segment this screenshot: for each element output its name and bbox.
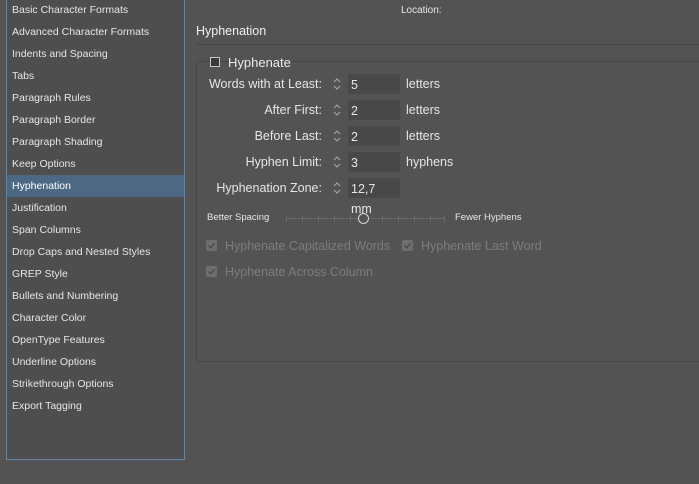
sidebar-item-indents-and-spacing[interactable]: Indents and Spacing — [7, 43, 184, 65]
before-last-unit: letters — [406, 129, 441, 143]
after-first-unit: letters — [406, 103, 441, 117]
sidebar-item-drop-caps[interactable]: Drop Caps and Nested Styles — [7, 241, 184, 263]
up-down-chevron-icon — [333, 182, 341, 194]
after-first-label: After First: — [264, 103, 322, 117]
up-down-chevron-icon — [333, 130, 341, 142]
hyphen-limit-stepper[interactable] — [330, 152, 344, 172]
checkmark-icon — [206, 266, 217, 277]
hyphenate-across-column-label: Hyphenate Across Column — [225, 264, 373, 279]
hyphenate-last-word-label: Hyphenate Last Word — [421, 238, 542, 253]
sidebar-item-justification[interactable]: Justification — [7, 197, 184, 219]
before-last-row: Before Last: 2 letters — [196, 126, 440, 146]
hyphenate-last-word-option[interactable]: Hyphenate Last Word — [402, 238, 542, 253]
before-last-input[interactable]: 2 — [348, 126, 400, 146]
slider-knob[interactable] — [358, 213, 369, 224]
hyphenation-zone-label: Hyphenation Zone: — [216, 181, 322, 195]
hyphen-limit-unit: hyphens — [406, 155, 454, 169]
hyphenate-label: Hyphenate — [228, 54, 291, 70]
slider-tick — [444, 215, 445, 222]
hyphen-limit-row: Hyphen Limit: 3 hyphens — [196, 152, 453, 172]
sidebar-item-grep-style[interactable]: GREP Style — [7, 263, 184, 285]
sidebar-item-paragraph-shading[interactable]: Paragraph Shading — [7, 131, 184, 153]
words-at-least-stepper[interactable] — [330, 74, 344, 94]
better-spacing-label: Better Spacing — [207, 212, 270, 223]
section-title: Hyphenation — [196, 24, 267, 38]
slider-tick — [302, 215, 303, 222]
hyphen-limit-input[interactable]: 3 — [348, 152, 400, 172]
sidebar-item-strikethrough-options[interactable]: Strikethrough Options — [7, 373, 184, 395]
sidebar-item-hyphenation[interactable]: Hyphenation — [7, 175, 184, 197]
sidebar-item-export-tagging[interactable]: Export Tagging — [7, 395, 184, 417]
hyphenate-capitalized-label: Hyphenate Capitalized Words — [225, 238, 391, 253]
header-divider — [196, 44, 699, 45]
sidebar-item-paragraph-rules[interactable]: Paragraph Rules — [7, 87, 184, 109]
slider-tick — [334, 215, 335, 222]
sidebar-item-underline-options[interactable]: Underline Options — [7, 351, 184, 373]
before-last-stepper[interactable] — [330, 126, 344, 146]
fewer-hyphens-label: Fewer Hyphens — [455, 212, 522, 223]
slider-tick — [430, 215, 431, 222]
hyphenation-zone-row: Hyphenation Zone: 12,7 mm — [196, 178, 400, 216]
sidebar-item-advanced-character-formats[interactable]: Advanced Character Formats — [7, 21, 184, 43]
slider-tick — [318, 215, 319, 222]
hyphenation-zone-input[interactable]: 12,7 mm — [348, 178, 400, 216]
hyphenate-across-column-option[interactable]: Hyphenate Across Column — [206, 264, 373, 279]
sidebar-item-tabs[interactable]: Tabs — [7, 65, 184, 87]
up-down-chevron-icon — [333, 78, 341, 90]
sidebar-item-bullets-and-numbering[interactable]: Bullets and Numbering — [7, 285, 184, 307]
words-at-least-row: Words with at Least: 5 letters — [196, 74, 440, 94]
sidebar-item-character-color[interactable]: Character Color — [7, 307, 184, 329]
hyphenate-option[interactable]: Hyphenate — [210, 54, 291, 70]
words-at-least-input[interactable]: 5 — [348, 74, 400, 94]
after-first-input[interactable]: 2 — [348, 100, 400, 120]
location-label: Location: — [401, 5, 442, 16]
checkmark-icon — [206, 240, 217, 251]
slider-tick — [286, 215, 287, 222]
slider-tick — [414, 215, 415, 222]
sidebar-item-span-columns[interactable]: Span Columns — [7, 219, 184, 241]
sidebar-item-keep-options[interactable]: Keep Options — [7, 153, 184, 175]
hyphenate-checkbox[interactable] — [210, 57, 220, 67]
before-last-label: Before Last: — [254, 129, 322, 143]
hyphen-limit-label: Hyphen Limit: — [245, 155, 322, 169]
words-at-least-label: Words with at Least: — [208, 77, 322, 91]
slider-tick — [398, 215, 399, 222]
words-at-least-unit: letters — [406, 77, 441, 91]
slider-tick — [382, 215, 383, 222]
sidebar-item-opentype-features[interactable]: OpenType Features — [7, 329, 184, 351]
hyphenate-capitalized-option[interactable]: Hyphenate Capitalized Words — [206, 238, 390, 253]
checkmark-icon — [402, 240, 413, 251]
hyphenation-zone-stepper[interactable] — [330, 178, 344, 198]
after-first-row: After First: 2 letters — [196, 100, 440, 120]
slider-tick — [350, 215, 351, 222]
up-down-chevron-icon — [333, 156, 341, 168]
sidebar-item-basic-character-formats[interactable]: Basic Character Formats — [7, 0, 184, 21]
sidebar-list: Basic Character Formats Advanced Charact… — [6, 0, 185, 460]
sidebar-item-paragraph-border[interactable]: Paragraph Border — [7, 109, 184, 131]
up-down-chevron-icon — [333, 104, 341, 116]
after-first-stepper[interactable] — [330, 100, 344, 120]
